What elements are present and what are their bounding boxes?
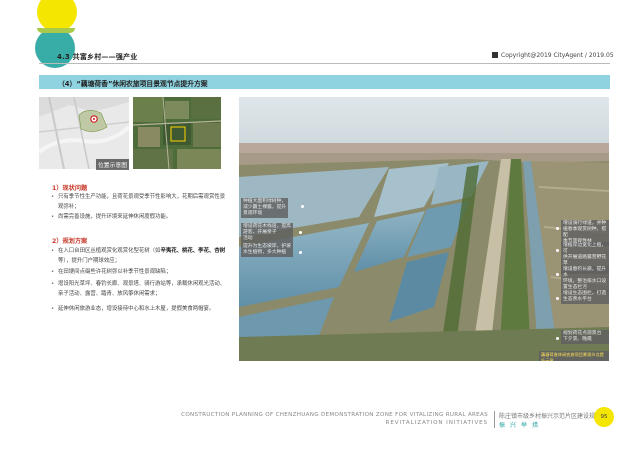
plan-item-text: 在入口台田区丛植观赏化观赏化型花树（如 xyxy=(58,248,161,254)
copyright-text: Copyright@2019 CityAgent / 2019.05 xyxy=(501,52,614,59)
document-icon xyxy=(492,52,498,58)
photo-label: 规划荷花点观景台 下夕景、晚霞 xyxy=(561,330,609,344)
footer-english-title: CONSTRUCTION PLANNING OF CHENZHUANG DEMO… xyxy=(181,412,488,418)
plan-item-text: 等），提升门户期球效应； xyxy=(58,258,120,264)
plan-item: 在田埂间点缀些许花树弥以补季节性景观缺陷； xyxy=(51,267,228,277)
status-heading: 1）现状问题 xyxy=(52,185,88,192)
label-marker xyxy=(556,297,559,300)
photo-label: 增设生态围栏，打造 生态亲水平台 xyxy=(561,290,609,304)
label-marker xyxy=(299,251,302,254)
banner-title: （4）“藕塘荷香”休闲农旅项目景观节点提升方案 xyxy=(58,80,208,88)
plan-item-emphasis: 辛夷花、桃花、李花、杏树 xyxy=(160,248,226,254)
photo-label: 提升为生态坡岸，护坡 水生植物，多大种植 xyxy=(241,243,293,257)
footer-chinese-title: 陈庄镇市级乡村振兴示范片区建设规划 xyxy=(499,413,602,420)
label-marker xyxy=(556,249,559,252)
label-marker xyxy=(299,231,302,234)
label-marker xyxy=(556,337,559,340)
copyright: Copyright@2019 CityAgent / 2019.05 xyxy=(492,52,614,59)
label-marker xyxy=(556,273,559,276)
page-number: 95 xyxy=(600,414,608,420)
aerial-photo-illustration xyxy=(239,97,609,361)
photo-label: 种植大面积绿树种， 减少霸土裸露，提升 景观环境 xyxy=(241,198,289,218)
aerial-photo: 种植大面积绿树种， 减少霸土裸露，提升 景观环境 增设荷花木栈道，提高 游客，开展亲子… xyxy=(239,97,609,361)
footer-chinese-sub: 振兴举措 xyxy=(499,422,544,429)
plan-item: 增设阳光草坪、春钓长廊、观景塔、骑行游站等，承载休闲观光活动、亲子活动、露营、踏… xyxy=(51,279,228,299)
section-title: 4.3 共富乡村——强产业 xyxy=(57,53,138,61)
plan-item: 在入口台田区丛植观赏化观赏化型花树（如辛夷花、桃花、李花、杏树等），提升门户期球… xyxy=(51,246,228,266)
footer-divider xyxy=(494,411,495,428)
satellite-map xyxy=(133,97,221,169)
label-marker xyxy=(556,227,559,230)
label-marker xyxy=(301,205,304,208)
footer-english-sub: REVITALIZATION INITIATIVES xyxy=(385,420,488,426)
decor-overlap xyxy=(37,28,75,33)
status-item: 只有季节性生产功能，且荷花景观受季节性影响大，花期后需观赏性景观弥补； xyxy=(51,192,228,212)
status-item: 尚需完善设施，提升环境来延伸休闲度假功能。 xyxy=(51,212,228,222)
photo-bottom-label: 藕塘荷香休闲农旅项目景观节点提升示意 xyxy=(539,351,609,361)
header-divider xyxy=(39,63,610,64)
decor-teal-circle xyxy=(35,28,75,68)
plan-heading: 2）规划方案 xyxy=(52,238,88,245)
plan-item: 延伸休闲旅游业态，增设接待中心和水上木屋，提假美食两帽宴。 xyxy=(51,304,228,314)
photo-label: 增设春钓长廊，提升水 环境，整治排水口设 置生态拦污 xyxy=(561,266,609,292)
map-caption: 位置示意图 xyxy=(96,159,129,170)
photo-label: 增设荷花木栈道，提高 游客，开展亲子 活动 xyxy=(241,223,293,243)
